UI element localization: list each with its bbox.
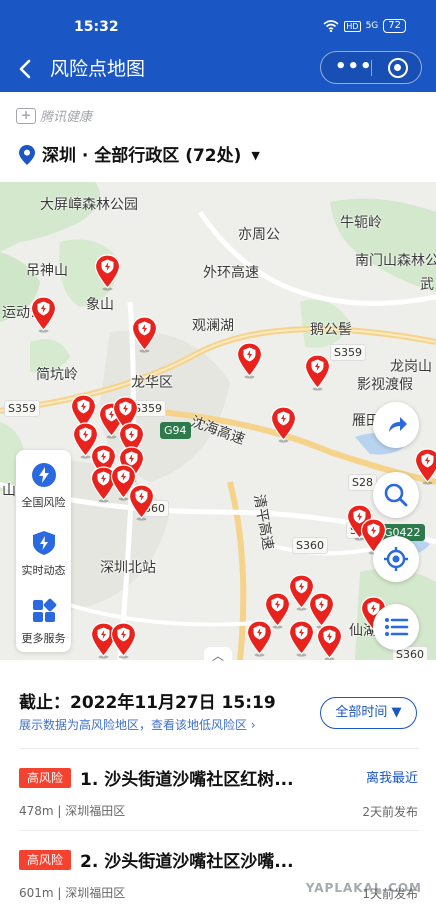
road-tag: S359 <box>4 400 40 417</box>
map-label: 影视渡假 <box>357 377 413 393</box>
time-filter-button[interactable]: 全部时间 ▼ <box>320 697 417 729</box>
road-tag: S28 <box>348 474 377 491</box>
risk-pin[interactable] <box>270 406 297 443</box>
national-risk-button[interactable]: 全国风险 <box>16 450 71 516</box>
map-label: 牛轭岭 <box>340 215 382 231</box>
target-close-icon[interactable] <box>388 58 408 78</box>
map-label: 吊神山 <box>26 263 68 279</box>
national-risk-label: 全国风险 <box>21 496 66 509</box>
chevron-left-icon <box>19 59 31 79</box>
location-text: 深圳 · 全部行政区 (72处) ▼ <box>42 144 260 168</box>
risk-pin[interactable] <box>128 484 155 521</box>
share-arrow-icon <box>389 417 407 432</box>
risk-pin[interactable] <box>236 342 263 379</box>
more-dots-icon[interactable]: ••• <box>335 58 372 78</box>
risk-pin[interactable] <box>110 622 137 659</box>
risk-map[interactable]: 大屏嶂森林公园 亦周公 牛轭岭 吊神山 象山 外环高速 南门山森林公 运动公 观… <box>0 182 436 660</box>
low-risk-link[interactable]: 展示数据为高风险地区，查看该地低风险区 › <box>19 716 256 733</box>
risk-area-name: 2. 沙头街道沙嘴社区沙嘴... <box>80 852 294 872</box>
divider <box>19 748 419 749</box>
map-label: 象山 <box>86 297 114 313</box>
page-title: 风险点地图 <box>50 58 146 80</box>
watermark: YAPLAKAL.COM <box>305 881 422 895</box>
risk-area-meta: 478m | 深圳福田区 <box>19 804 126 818</box>
brand-name: 腾讯健康 <box>40 110 93 125</box>
list-icon <box>385 618 409 636</box>
location-pin-icon <box>19 145 35 165</box>
wifi-icon <box>323 20 339 32</box>
map-label: 南门山森林公 <box>355 253 436 269</box>
road-tag: G94 <box>160 422 191 439</box>
road-tag: S359 <box>330 344 366 361</box>
map-label: 外环高速 <box>203 265 259 281</box>
navbar: 风险点地图 ••• <box>0 48 436 92</box>
risk-pin[interactable] <box>30 296 57 333</box>
risk-list-panel: ︿ 截止：2022年11月27日 15:19 展示数据为高风险地区，查看该地低风… <box>0 647 436 917</box>
risk-level-badge: 高风险 <box>19 768 71 788</box>
brand-row: + 腾讯健康 <box>0 92 436 134</box>
risk-pin[interactable] <box>414 448 436 485</box>
risk-pin[interactable] <box>316 624 343 660</box>
left-tool-panel: 全国风险 实时动态 更多服务 <box>16 450 71 652</box>
risk-area-meta: 601m | 深圳福田区 <box>19 886 126 900</box>
map-label: 亦周公 <box>238 227 280 243</box>
map-label: 龙华区 <box>131 375 173 391</box>
map-label: 大屏嶂森林公园 <box>40 197 138 213</box>
road-tag: S360 <box>292 537 328 554</box>
battery-icon: 72 <box>383 19 406 33</box>
publish-time: 2天前发布 <box>362 805 418 819</box>
list-item[interactable]: 高风险 1. 沙头街道沙嘴社区红树... 478m | 深圳福田区 离我最近 2… <box>0 750 436 830</box>
plus-box-icon: + <box>16 107 36 124</box>
risk-pin[interactable] <box>131 316 158 353</box>
map-label: 山 <box>2 483 16 499</box>
location-selector[interactable]: 深圳 · 全部行政区 (72处) ▼ <box>0 134 436 182</box>
signal-icon: 5G <box>365 21 379 31</box>
deadline-text: 截止：2022年11月27日 15:19 <box>19 693 276 713</box>
lightning-shield-icon <box>32 463 56 487</box>
location-label: 深圳 · 全部行政区 (72处) <box>42 146 242 166</box>
risk-pin[interactable] <box>288 620 315 657</box>
grid-apps-icon <box>33 598 57 622</box>
live-updates-label: 实时动态 <box>21 564 66 577</box>
map-label: 观澜湖 <box>192 318 234 334</box>
live-updates-button[interactable]: 实时动态 <box>16 518 71 584</box>
caret-down-icon: ▼ <box>251 149 260 162</box>
brand-logo: + 腾讯健康 <box>16 106 92 125</box>
risk-level-badge: 高风险 <box>19 850 71 870</box>
locate-icon <box>384 547 408 571</box>
map-label: 深圳北站 <box>100 560 156 576</box>
search-icon <box>384 483 408 507</box>
status-time: 15:32 <box>74 19 119 35</box>
chevron-up-icon[interactable]: ︿ <box>204 647 232 663</box>
lightning-shield-icon <box>33 531 55 555</box>
more-services-button[interactable]: 更多服务 <box>16 586 71 652</box>
network-badge: HD <box>344 20 361 32</box>
more-services-label: 更多服务 <box>21 632 66 645</box>
share-button[interactable] <box>373 402 419 448</box>
divider <box>19 830 419 831</box>
status-icons: HD 5G 72 <box>323 19 406 33</box>
risk-area-name: 1. 沙头街道沙嘴社区红树... <box>80 770 294 790</box>
search-button[interactable] <box>373 472 419 518</box>
back-button[interactable] <box>14 56 38 82</box>
capsule-divider <box>371 60 372 76</box>
status-bar: 15:32 HD 5G 72 <box>0 0 436 48</box>
locate-button[interactable] <box>373 536 419 582</box>
mini-program-capsule: ••• <box>320 51 422 84</box>
list-button[interactable] <box>373 604 419 650</box>
map-label: 武 <box>420 277 434 293</box>
risk-pin[interactable] <box>304 354 331 391</box>
map-label: 龙岗山 <box>390 359 432 375</box>
risk-pin[interactable] <box>94 254 121 291</box>
nearest-tag: 离我最近 <box>365 771 418 786</box>
risk-pin[interactable] <box>246 620 273 657</box>
list-item[interactable]: 高风险 2. 沙头街道沙嘴社区沙嘴... 601m | 深圳福田区 1天前发布 <box>0 832 436 912</box>
map-label: 鹅公髻 <box>310 322 352 338</box>
map-label: 简坑岭 <box>36 367 78 383</box>
